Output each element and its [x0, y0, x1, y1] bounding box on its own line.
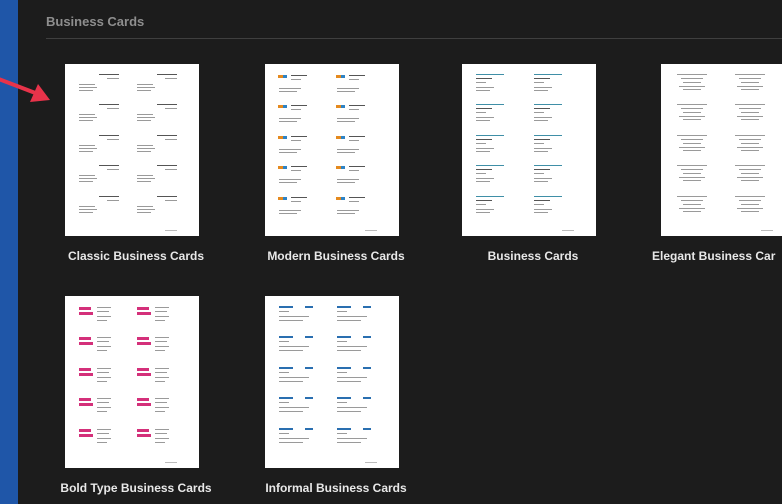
mini-card	[335, 133, 387, 161]
mini-card	[277, 426, 329, 454]
mini-card	[335, 163, 387, 191]
template-business-cards[interactable]: Business Cards	[433, 64, 603, 274]
section-divider	[46, 38, 782, 39]
template-elegant-business-cards[interactable]: Elegant Business Car	[632, 64, 782, 274]
template-classic-business-cards[interactable]: Classic Business Cards	[36, 64, 206, 274]
mini-card	[77, 426, 129, 454]
mini-card	[532, 163, 584, 191]
mini-card	[731, 102, 782, 130]
mini-card	[532, 194, 584, 222]
template-thumbnail[interactable]	[661, 64, 782, 236]
mini-card	[277, 365, 329, 393]
mini-card	[135, 72, 187, 100]
mini-card	[335, 72, 387, 100]
mini-card	[532, 72, 584, 100]
template-thumbnail[interactable]	[65, 296, 199, 468]
mini-card	[335, 334, 387, 362]
mini-card	[474, 133, 526, 161]
mini-card	[731, 72, 782, 100]
template-label: Elegant Business Car	[652, 249, 776, 263]
mini-card	[135, 304, 187, 332]
mini-card	[474, 102, 526, 130]
mini-card	[731, 133, 782, 161]
mini-card	[474, 72, 526, 100]
mini-card	[335, 194, 387, 222]
pointer-arrow-icon	[0, 77, 50, 102]
template-label: Modern Business Cards	[267, 249, 405, 263]
template-modern-business-cards[interactable]: Modern Business Cards	[236, 64, 406, 274]
template-label: Informal Business Cards	[265, 481, 407, 495]
mini-card	[277, 163, 329, 191]
template-thumbnail[interactable]	[265, 64, 399, 236]
template-thumbnail[interactable]	[265, 296, 399, 468]
template-thumbnail[interactable]	[65, 64, 199, 236]
mini-card	[673, 194, 725, 222]
mini-card	[673, 102, 725, 130]
mini-card	[135, 426, 187, 454]
mini-card	[77, 395, 129, 423]
mini-card	[135, 334, 187, 362]
mini-card	[77, 304, 129, 332]
template-label: Classic Business Cards	[67, 249, 205, 263]
mini-card	[277, 194, 329, 222]
template-thumbnail[interactable]	[462, 64, 596, 236]
mini-card	[77, 133, 129, 161]
mini-card	[135, 395, 187, 423]
mini-card	[277, 133, 329, 161]
mini-card	[277, 395, 329, 423]
mini-card	[673, 133, 725, 161]
template-label: Bold Type Business Cards	[60, 481, 212, 495]
mini-card	[277, 72, 329, 100]
mini-card	[77, 194, 129, 222]
mini-card	[77, 163, 129, 191]
mini-card	[673, 163, 725, 191]
mini-card	[277, 304, 329, 332]
mini-card	[335, 304, 387, 332]
mini-card	[335, 395, 387, 423]
mini-card	[135, 133, 187, 161]
mini-card	[135, 194, 187, 222]
mini-card	[474, 194, 526, 222]
mini-card	[77, 365, 129, 393]
mini-card	[135, 102, 187, 130]
template-informal-business-cards[interactable]: Informal Business Cards	[236, 296, 407, 504]
mini-card	[335, 365, 387, 393]
mini-card	[731, 163, 782, 191]
mini-card	[135, 365, 187, 393]
mini-card	[532, 133, 584, 161]
mini-card	[277, 334, 329, 362]
mini-card	[474, 163, 526, 191]
mini-card	[77, 102, 129, 130]
mini-card	[135, 163, 187, 191]
mini-card	[532, 102, 584, 130]
mini-card	[77, 72, 129, 100]
mini-card	[77, 334, 129, 362]
template-chooser-panel: Business Cards Classic Business Cards Mo…	[18, 0, 782, 504]
template-label: Business Cards	[487, 249, 579, 263]
mini-card	[335, 102, 387, 130]
mini-card	[673, 72, 725, 100]
mini-card	[277, 102, 329, 130]
mini-card	[335, 426, 387, 454]
section-title: Business Cards	[46, 14, 145, 29]
mini-card	[731, 194, 782, 222]
template-bold-type-business-cards[interactable]: Bold Type Business Cards	[36, 296, 212, 504]
